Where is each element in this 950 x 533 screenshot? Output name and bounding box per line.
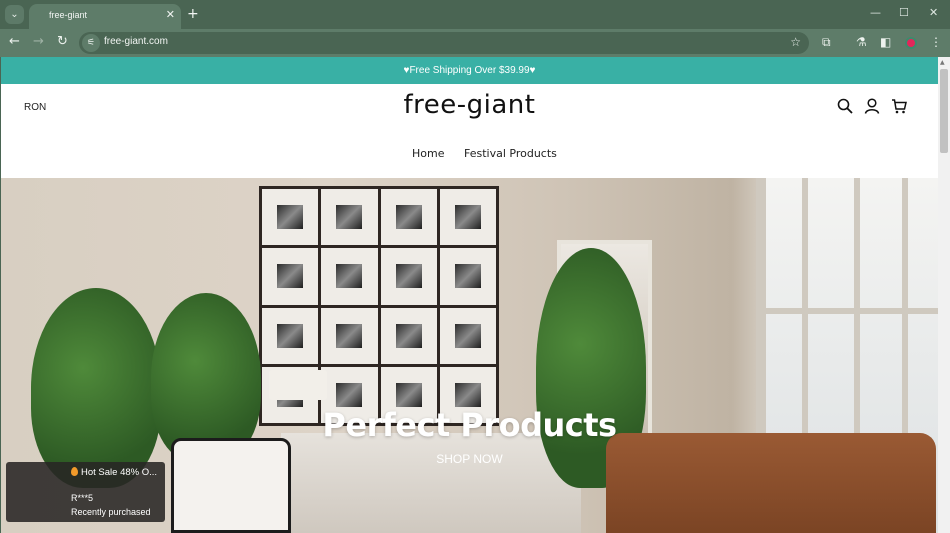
popup-subtitle: Recently purchased — [71, 507, 151, 517]
site-header: RON free-giant Home Festival Products — [1, 84, 938, 178]
tab-title: free-giant — [49, 10, 88, 20]
popup-user: R***5 — [71, 493, 94, 503]
kebab-menu-icon[interactable]: ⋮ — [930, 35, 942, 49]
back-icon[interactable]: ← — [9, 34, 20, 49]
nav-item-festival-products[interactable]: Festival Products — [464, 147, 557, 160]
recent-purchase-popup[interactable]: Hot Sale 48% O... R***5 Recently purchas… — [6, 462, 165, 522]
hero-lamp-decor — [269, 370, 327, 400]
popup-title: Hot Sale 48% O... — [81, 467, 158, 478]
hero-title: Perfect Products — [322, 406, 617, 444]
close-window-icon[interactable]: ✕ — [929, 6, 938, 19]
flask-icon[interactable]: ⚗ — [856, 35, 867, 49]
tab-strip: ⌄ free-giant ✕ + — ☐ ✕ — [0, 0, 950, 29]
profile-avatar[interactable] — [905, 37, 917, 49]
side-panel-icon[interactable]: ◧ — [880, 35, 891, 49]
site-logo[interactable]: free-giant — [1, 90, 938, 120]
site-info-icon[interactable]: ⚟ — [82, 34, 100, 52]
page-scrollbar[interactable]: ▲ — [938, 57, 950, 533]
search-icon[interactable] — [837, 98, 853, 114]
new-tab-icon[interactable]: + — [187, 6, 199, 22]
chevron-down-icon: ⌄ — [10, 9, 19, 20]
reload-icon[interactable]: ↻ — [57, 34, 68, 49]
shop-now-button[interactable]: SHOP NOW — [436, 452, 502, 466]
announcement-bar: ♥Free Shipping Over $39.99♥ — [1, 57, 938, 84]
hero-console-decor — [281, 433, 581, 533]
browser-toolbar: ← → ↻ ⚟ free-giant.com ☆ ⧉ ⚗ ◧ ⋮ — [0, 29, 950, 57]
bookmark-star-icon[interactable]: ☆ — [790, 35, 801, 49]
hero-sofa-decor — [606, 433, 936, 533]
scroll-up-arrow-icon[interactable]: ▲ — [940, 59, 945, 66]
address-bar[interactable]: ⚟ free-giant.com ☆ — [79, 32, 809, 54]
browser-window: ⌄ free-giant ✕ + — ☐ ✕ ← → ↻ ⚟ free-gian… — [0, 0, 950, 533]
close-tab-icon[interactable]: ✕ — [166, 8, 175, 21]
nav-item-home[interactable]: Home — [412, 147, 444, 160]
tab-active[interactable]: free-giant ✕ — [29, 4, 181, 29]
url-text[interactable]: free-giant.com — [104, 36, 168, 47]
scrollbar-thumb[interactable] — [940, 69, 948, 153]
tab-search-button[interactable]: ⌄ — [5, 5, 24, 24]
forward-icon[interactable]: → — [33, 34, 44, 49]
maximize-icon[interactable]: ☐ — [899, 6, 909, 19]
minimize-icon[interactable]: — — [870, 6, 881, 19]
account-icon[interactable] — [864, 98, 880, 114]
flame-icon — [71, 467, 78, 476]
extensions-icon[interactable]: ⧉ — [822, 35, 831, 50]
cart-icon[interactable] — [891, 98, 907, 114]
